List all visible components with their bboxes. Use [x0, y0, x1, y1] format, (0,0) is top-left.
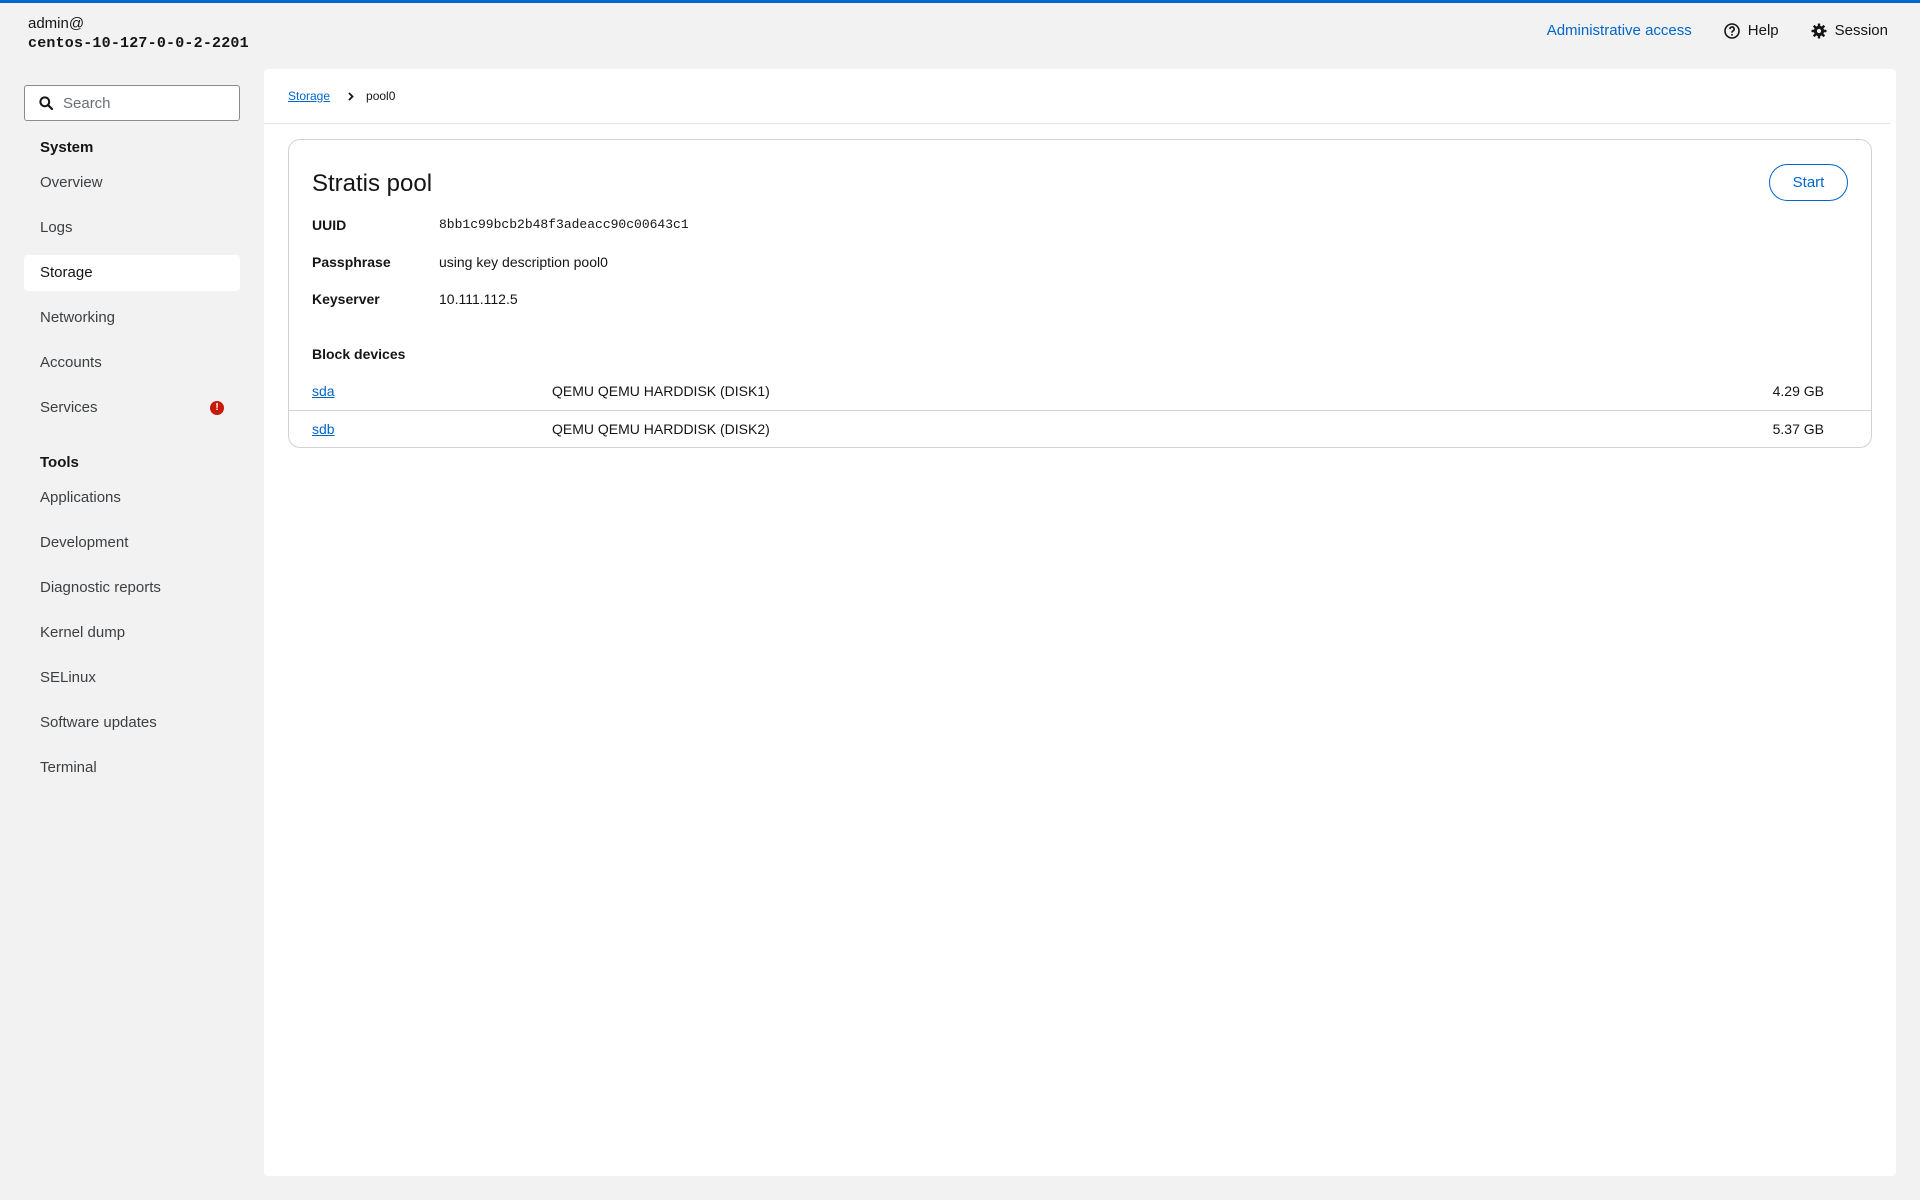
uuid-row: UUID 8bb1c99bcb2b48f3adeacc90c00643c1: [312, 215, 689, 235]
device-size: 4.29 GB: [1772, 383, 1824, 399]
chevron-right-icon: [348, 91, 354, 101]
help-icon: [1723, 22, 1740, 39]
nav-section-tools-title: Tools: [40, 454, 79, 471]
sidebar-item-storage[interactable]: Storage: [24, 255, 240, 291]
breadcrumb-storage-link[interactable]: Storage: [288, 89, 330, 103]
session-label: Session: [1834, 22, 1888, 39]
sidebar-item-selinux[interactable]: SELinux: [24, 660, 240, 696]
sidebar-item-kernel-dump[interactable]: Kernel dump: [24, 615, 240, 651]
help-button[interactable]: Help: [1723, 22, 1779, 39]
sidebar-item-development[interactable]: Development: [24, 525, 240, 561]
keyserver-label: Keyserver: [312, 291, 380, 307]
passphrase-value: using key description pool0: [439, 254, 608, 270]
block-devices-title: Block devices: [312, 346, 406, 362]
host-name: centos-10-127-0-0-2-2201: [28, 35, 249, 52]
breadcrumb-current: pool0: [366, 89, 396, 103]
main-panel: Storage pool0 Stratis pool Start UUID 8b…: [264, 69, 1896, 1176]
keyserver-value: 10.111.112.5: [439, 291, 518, 307]
device-size: 5.37 GB: [1772, 421, 1824, 437]
device-link-sdb[interactable]: sdb: [312, 421, 335, 437]
sidebar-item-logs[interactable]: Logs: [24, 210, 240, 246]
nav-system: System Overview Logs Storage Networking …: [24, 137, 240, 435]
passphrase-row: Passphrase using key description pool0: [312, 252, 608, 272]
sidebar-item-applications[interactable]: Applications: [24, 480, 240, 516]
device-link-sda[interactable]: sda: [312, 383, 335, 399]
keyserver-row: Keyserver 10.111.112.5: [312, 289, 518, 309]
card-title: Stratis pool: [312, 170, 433, 197]
gear-icon: [1811, 23, 1827, 38]
table-row: sda QEMU QEMU HARDDISK (DISK1) 4.29 GB: [289, 372, 1871, 410]
device-model: QEMU QEMU HARDDISK (DISK2): [552, 421, 770, 437]
session-button[interactable]: Session: [1811, 22, 1888, 39]
nav-section-system-title: System: [40, 139, 94, 156]
sidebar-item-overview[interactable]: Overview: [24, 165, 240, 201]
uuid-value: 8bb1c99bcb2b48f3adeacc90c00643c1: [439, 217, 689, 232]
uuid-label: UUID: [312, 217, 347, 233]
breadcrumb-divider: [264, 123, 1890, 124]
sidebar-item-software-updates[interactable]: Software updates: [24, 705, 240, 741]
sidebar-item-networking[interactable]: Networking: [24, 300, 240, 336]
device-model: QEMU QEMU HARDDISK (DISK1): [552, 383, 770, 399]
sidebar-item-services-label: Services: [40, 399, 98, 416]
services-alert-icon: !: [210, 401, 224, 415]
passphrase-label: Passphrase: [312, 254, 391, 270]
table-row: sdb QEMU QEMU HARDDISK (DISK2) 5.37 GB: [289, 410, 1871, 448]
sidebar-item-services[interactable]: Services !: [24, 390, 240, 426]
nav-tools: Tools Applications Development Diagnosti…: [24, 452, 240, 795]
top-accent-bar: [0, 0, 1920, 3]
stratis-pool-card: Stratis pool Start UUID 8bb1c99bcb2b48f3…: [288, 139, 1872, 448]
sidebar-item-accounts[interactable]: Accounts: [24, 345, 240, 381]
host-user: admin@: [28, 15, 85, 32]
help-label: Help: [1747, 22, 1779, 39]
search-box: [24, 85, 240, 121]
search-input[interactable]: [63, 94, 223, 112]
sidebar-item-diagnostic-reports[interactable]: Diagnostic reports: [24, 570, 240, 606]
sidebar-item-terminal[interactable]: Terminal: [24, 750, 240, 786]
search-icon: [39, 96, 53, 110]
header-actions: Administrative access Help Session: [1547, 22, 1888, 39]
breadcrumb: Storage pool0: [288, 89, 395, 103]
host-switcher[interactable]: admin@ centos-10-127-0-0-2-2201: [28, 14, 249, 54]
start-button[interactable]: Start: [1769, 164, 1848, 201]
administrative-access-button[interactable]: Administrative access: [1547, 22, 1692, 39]
